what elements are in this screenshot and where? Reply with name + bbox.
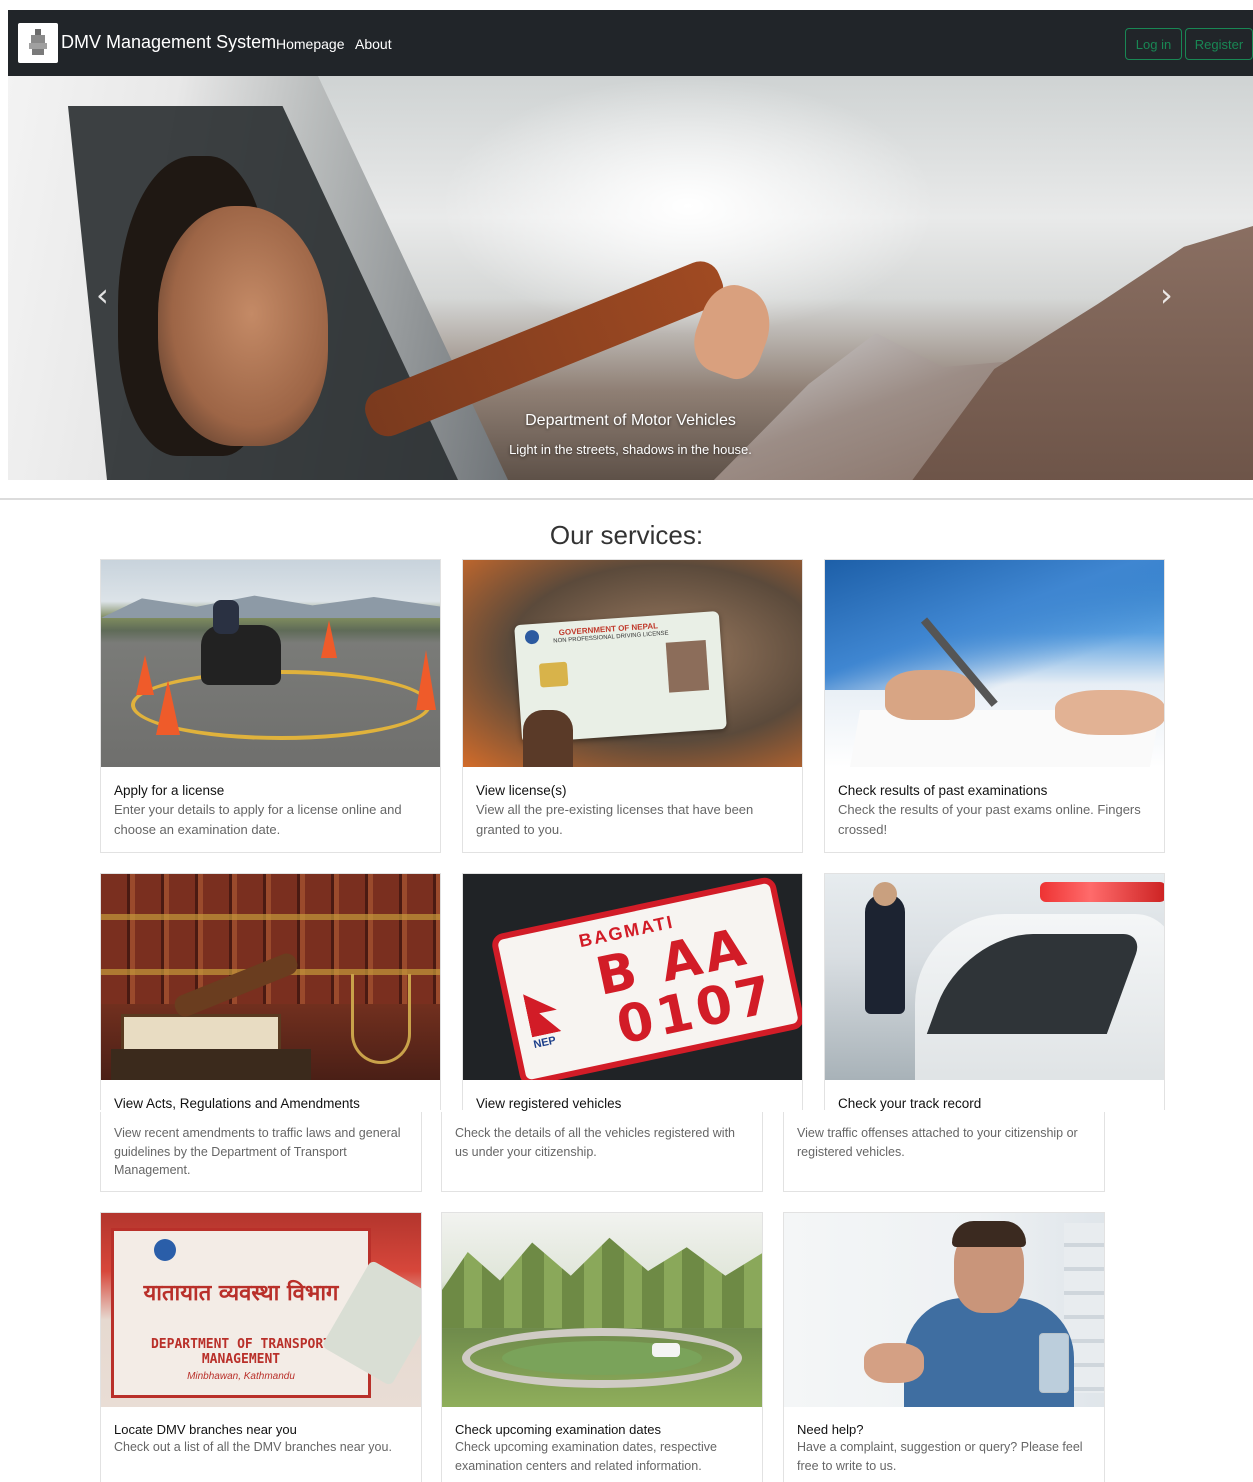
hero-woman-face <box>158 206 328 446</box>
police-car-image <box>825 874 1164 1080</box>
service-card-registered-vehicles-text: Check the details of all the vehicles re… <box>441 1112 763 1192</box>
section-divider <box>0 498 1253 500</box>
signing-document-image <box>825 560 1164 767</box>
brand-name[interactable]: DMV Management System <box>61 32 276 53</box>
nav-homepage[interactable]: Homepage <box>276 36 345 52</box>
service-card-acts-regulations-text: View recent amendments to traffic laws a… <box>100 1112 422 1192</box>
service-card-exam-results[interactable]: Check results of past examinations Check… <box>824 559 1165 853</box>
card-text: View all the pre-existing licenses that … <box>476 802 754 837</box>
service-card-track-record[interactable]: Check your track record <box>824 873 1165 1111</box>
card-text: Enter your details to apply for a licens… <box>114 802 402 837</box>
license-card-image: GOVERNMENT OF NEPAL NON PROFESSIONAL DRI… <box>463 560 802 767</box>
card-title[interactable]: View license(s) <box>476 783 567 798</box>
gavel-law-books-image <box>101 874 440 1080</box>
card-title[interactable]: Locate DMV branches near you <box>114 1422 297 1437</box>
card-text: Check out a list of all the DMV branches… <box>114 1440 392 1454</box>
driving-track-image <box>442 1213 762 1407</box>
card-text: View traffic offenses attached to your c… <box>797 1126 1078 1159</box>
motorcycle-test-image <box>101 560 440 767</box>
plate-country: NEP <box>532 1034 558 1052</box>
card-text: Check the results of your past exams onl… <box>838 802 1141 837</box>
license-plate-image: BAGMATI B AA 0107 NEP <box>463 874 802 1080</box>
navbar: DMV Management System Homepage About Log… <box>8 10 1253 76</box>
register-button[interactable]: Register <box>1185 28 1253 60</box>
card-title[interactable]: View registered vehicles <box>476 1096 621 1111</box>
hero-carousel: ‹ › Department of Motor Vehicles Light i… <box>8 76 1253 480</box>
emblem-logo[interactable] <box>18 23 58 63</box>
service-card-locate-branches[interactable]: यातायात व्यवस्था विभाग DEPARTMENT OF TRA… <box>100 1212 422 1482</box>
card-text: Check the details of all the vehicles re… <box>455 1126 736 1159</box>
card-title[interactable]: Check results of past examinations <box>838 783 1047 798</box>
hero-title: Department of Motor Vehicles <box>525 412 736 429</box>
login-button[interactable]: Log in <box>1125 28 1182 60</box>
card-title[interactable]: Check your track record <box>838 1096 981 1111</box>
card-text: View recent amendments to traffic laws a… <box>114 1126 401 1177</box>
service-card-view-licenses[interactable]: GOVERNMENT OF NEPAL NON PROFESSIONAL DRI… <box>462 559 803 853</box>
chevron-right-icon[interactable]: › <box>1160 276 1173 314</box>
card-title[interactable]: View Acts, Regulations and Amendments <box>114 1096 360 1111</box>
services-heading: Our services: <box>549 520 704 550</box>
card-text: Have a complaint, suggestion or query? P… <box>797 1440 1083 1473</box>
nav-about[interactable]: About <box>355 36 392 52</box>
card-text: Check upcoming examination dates, respec… <box>455 1440 717 1473</box>
hero-subtitle: Light in the streets, shadows in the hou… <box>509 442 752 457</box>
service-card-acts-regulations[interactable]: View Acts, Regulations and Amendments <box>100 873 441 1111</box>
chevron-left-icon[interactable]: ‹ <box>96 276 109 314</box>
dotm-signboard-image: यातायात व्यवस्था विभाग DEPARTMENT OF TRA… <box>101 1213 421 1407</box>
sign-address: Minbhawan, Kathmandu <box>187 1371 295 1382</box>
service-card-track-record-text: View traffic offenses attached to your c… <box>783 1112 1105 1192</box>
support-agent-image <box>784 1213 1104 1407</box>
service-card-need-help[interactable]: Need help? Have a complaint, suggestion … <box>783 1212 1105 1482</box>
service-card-exam-dates[interactable]: Check upcoming examination dates Check u… <box>441 1212 763 1482</box>
sign-nepali-title: यातायात व्यवस्था विभाग <box>143 1281 339 1306</box>
service-card-apply-license[interactable]: Apply for a license Enter your details t… <box>100 559 441 853</box>
card-title[interactable]: Check upcoming examination dates <box>455 1422 661 1437</box>
card-title[interactable]: Apply for a license <box>114 783 224 798</box>
card-title[interactable]: Need help? <box>797 1422 864 1437</box>
service-card-registered-vehicles[interactable]: BAGMATI B AA 0107 NEP View registered ve… <box>462 873 803 1111</box>
